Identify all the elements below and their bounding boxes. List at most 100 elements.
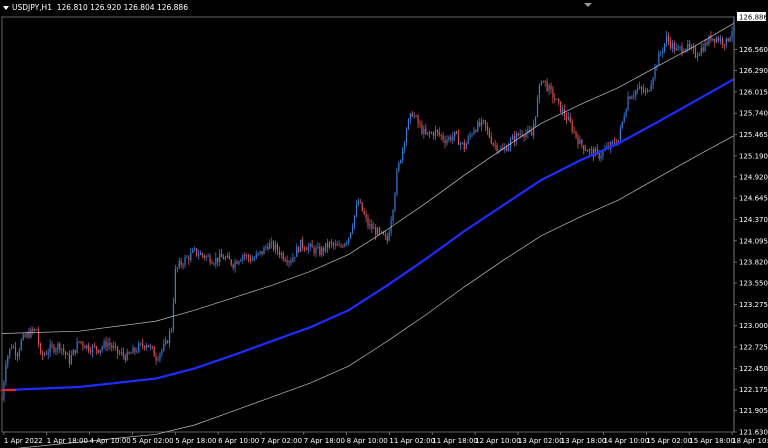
candle-body [698,54,700,57]
candle-body [259,251,261,254]
candle-body [396,170,398,194]
candle-body [294,256,296,258]
candle-body [221,253,223,258]
candle-body [201,253,203,256]
candle-body [506,147,508,151]
candle-body [261,251,263,255]
y-tick-label: 126.015 [739,88,768,96]
current-price-label: 126.886 [739,14,768,22]
candle-body [727,38,729,42]
candle-body [556,99,558,100]
price-chart[interactable]: 126.560 126.290 126.015 125.740 125.465 125.1… [0,0,768,448]
candle-body [673,42,675,51]
candle-body [230,259,232,265]
candle-body [7,356,9,365]
candle-body [103,341,105,348]
candle-body [282,253,284,260]
candle-body [143,346,146,348]
upper-band-line [1,22,735,334]
candle-body [59,343,61,350]
candle-body [55,349,57,352]
candle-body [115,346,117,347]
candle-body [170,329,173,332]
candle-body [178,260,180,268]
candle-body [271,241,273,244]
candle-body [371,224,373,229]
candle-body [469,135,471,138]
candle-body [658,53,660,66]
x-tick-label: 13 Apr 02:00 [518,437,564,445]
candle-body [86,345,88,349]
candle-body [107,342,109,348]
candle-body [290,261,292,263]
candle-body [689,43,691,48]
candle-body [80,341,82,343]
candle-body [84,346,86,349]
candle-body [122,352,124,356]
candle-body [132,347,134,354]
candle-body [226,255,228,258]
candle-body [432,132,435,136]
candle-body [255,254,257,259]
candle-body [97,349,99,353]
candle-body [662,50,664,53]
candle-body [394,193,396,211]
x-axis: 1 Apr 2022 1 Apr 18:00 4 Apr 10:00 5 Apr 02… [3,432,768,445]
candle-body [442,135,444,140]
candle-body [168,331,171,344]
candle-body [70,355,72,364]
y-tick-label: 122.450 [739,365,768,373]
candle-body [692,47,695,49]
candle-body [313,247,315,254]
candle-body [186,257,188,259]
candle-body [619,127,621,140]
candle-body [180,260,182,265]
candle-body [398,162,400,171]
candle-body [82,342,84,347]
candle-body [30,328,32,338]
candle-body [625,109,627,117]
candle-body [346,241,348,244]
candle-body [536,98,539,117]
candle-body [461,142,463,144]
candle-body [174,268,176,303]
candle-body [299,239,302,252]
candle-body [11,347,13,349]
candle-body [12,347,15,348]
candle-body [596,149,598,151]
candle-body [486,126,489,131]
candle-body [477,122,479,132]
candle-body [427,132,429,135]
candle-body [588,149,591,152]
candle-body [644,90,646,92]
candle-body [22,334,24,340]
candle-body [32,328,34,331]
candle-body [351,226,354,233]
candle-body [560,101,562,113]
y-tick-label: 123.000 [739,322,768,330]
candle-body [176,267,178,269]
candle-body [286,260,288,263]
x-tick-label: 11 Apr 02:00 [389,437,435,445]
candle-body [561,109,564,113]
candle-body [74,349,76,353]
y-tick-label: 124.645 [739,195,768,203]
candle-body [305,249,307,251]
x-tick-label: 5 Apr 18:00 [175,437,216,445]
candle-body [669,41,672,48]
candle-body [142,343,144,347]
y-tick-label: 121.630 [739,429,768,437]
candle-body [9,348,11,357]
candle-body [190,252,192,261]
candle-body [482,120,485,121]
candle-body [702,47,704,52]
candle-body [228,255,230,260]
candle-body [91,345,94,353]
candle-body [53,345,55,352]
candle-body [163,343,165,350]
candle-body [429,132,431,134]
plot-area[interactable] [1,3,735,448]
candle-body [292,257,294,263]
candle-body [319,246,321,256]
candle-body [145,345,148,348]
